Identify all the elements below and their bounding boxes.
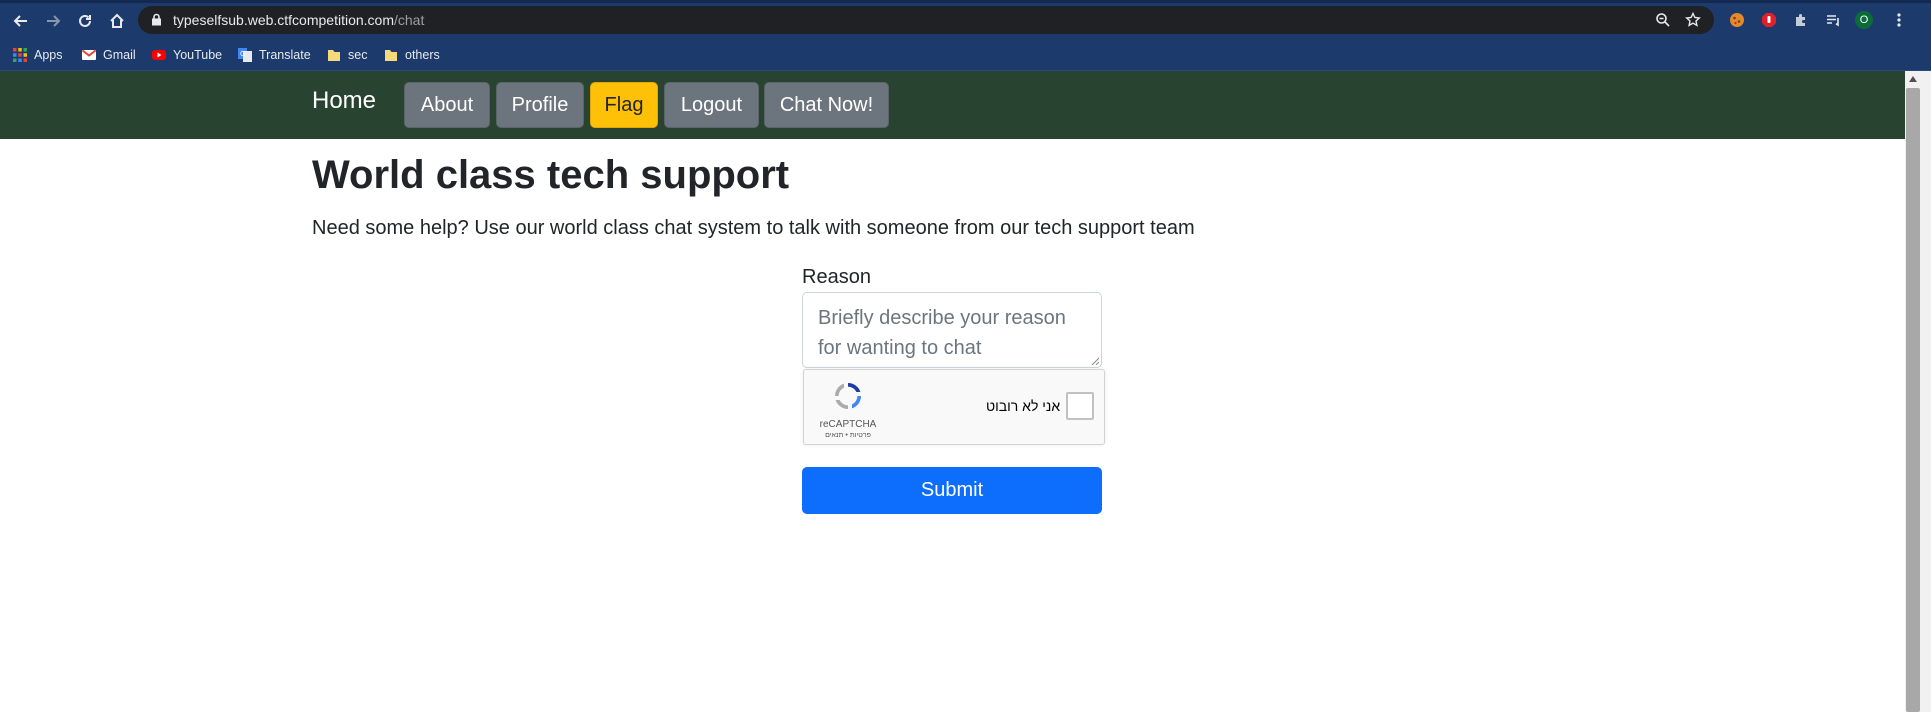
svg-text:G: G: [240, 50, 245, 58]
extensions-puzzle-icon[interactable]: [1790, 9, 1812, 31]
scroll-up-arrow-icon[interactable]: [1906, 73, 1920, 85]
bookmark-youtube[interactable]: YouTube: [151, 44, 222, 66]
nav-chat-now-button[interactable]: Chat Now!: [764, 82, 889, 128]
bookmark-folder-others[interactable]: others: [383, 44, 440, 66]
nav-profile-button[interactable]: Profile: [496, 82, 584, 128]
bookmark-folder-sec[interactable]: sec: [326, 44, 367, 66]
bookmark-label: others: [405, 48, 440, 62]
folder-icon: [328, 50, 340, 61]
bookmark-gmail[interactable]: Gmail: [81, 44, 136, 66]
menu-kebab-icon[interactable]: [1888, 9, 1910, 31]
nav-logout-button[interactable]: Logout: [664, 82, 759, 128]
recaptcha-checkbox-label: אני לא רובוט: [986, 398, 1061, 414]
site-navbar: Home About Profile Flag Logout Chat Now!: [0, 71, 1905, 139]
bookmark-label: YouTube: [173, 48, 223, 62]
page-description: Need some help? Use our world class chat…: [312, 217, 1195, 239]
zoom-icon[interactable]: [1653, 10, 1673, 30]
youtube-icon: [152, 50, 166, 60]
recaptcha-icon: [834, 382, 862, 410]
browser-toolbar: typeselfsub.web.ctfcompetition.com/chat …: [0, 0, 1931, 40]
translate-icon: G: [238, 48, 252, 62]
folder-icon: [385, 50, 397, 61]
nav-home-link[interactable]: Home: [312, 87, 376, 115]
resize-handle-icon[interactable]: [1091, 357, 1099, 365]
reason-label: Reason: [802, 266, 871, 288]
home-icon[interactable]: [104, 8, 130, 34]
page-title: World class tech support: [312, 153, 790, 197]
reload-icon[interactable]: [72, 8, 98, 34]
back-arrow-icon[interactable]: [8, 8, 34, 34]
reading-list-icon[interactable]: [1822, 9, 1844, 31]
bookmark-label: sec: [348, 48, 368, 62]
profile-avatar[interactable]: O: [1853, 9, 1875, 31]
apps-grid-icon: [13, 48, 27, 62]
nav-flag-button[interactable]: Flag: [590, 82, 658, 128]
bookmark-star-icon[interactable]: [1683, 10, 1703, 30]
recaptcha-widget: reCAPTCHA פרטיות • תנאים אני לא רובוט: [803, 369, 1105, 445]
scrollbar-thumb[interactable]: [1906, 88, 1920, 712]
forward-arrow-icon[interactable]: [40, 8, 66, 34]
recaptcha-privacy-terms-links[interactable]: פרטיות • תנאים: [816, 432, 880, 439]
url-text[interactable]: typeselfsub.web.ctfcompetition.com/chat: [173, 6, 424, 34]
address-bar[interactable]: typeselfsub.web.ctfcompetition.com/chat: [138, 6, 1714, 34]
adblock-extension-icon[interactable]: [1758, 9, 1780, 31]
recaptcha-brand: reCAPTCHA: [819, 419, 877, 430]
submit-button[interactable]: Submit: [802, 467, 1102, 514]
bookmarks-bar: Apps Gmail YouTube G Translate sec other…: [0, 40, 1931, 71]
cookie-extension-icon[interactable]: [1726, 9, 1748, 31]
reason-placeholder: Briefly describe your reason for wanting…: [818, 307, 1066, 359]
lock-icon[interactable]: [151, 13, 162, 31]
recaptcha-logo: reCAPTCHA פרטיות • תנאים: [816, 380, 880, 439]
bookmark-translate[interactable]: G Translate: [237, 44, 311, 66]
gmail-icon: [81, 49, 97, 60]
nav-about-button[interactable]: About: [404, 82, 490, 128]
bookmark-apps[interactable]: Apps: [12, 44, 63, 66]
profile-initial: O: [1855, 11, 1873, 29]
reason-textarea[interactable]: Briefly describe your reason for wanting…: [802, 292, 1102, 368]
bookmark-label: Apps: [34, 48, 63, 62]
bookmark-label: Translate: [259, 48, 311, 62]
recaptcha-checkbox[interactable]: [1066, 392, 1094, 420]
bookmark-label: Gmail: [103, 48, 136, 62]
